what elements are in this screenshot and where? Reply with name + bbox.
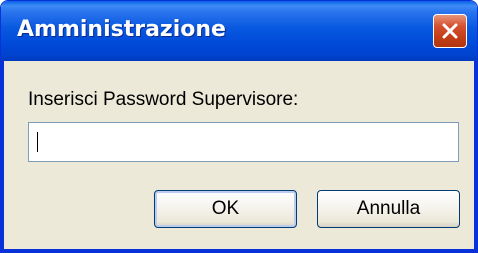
text-caret	[37, 132, 38, 152]
window-title: Amministrazione	[17, 17, 226, 42]
password-prompt-label: Inserisci Password Supervisore:	[28, 89, 299, 110]
dialog-body: Inserisci Password Supervisore: OK Annul…	[1, 61, 477, 252]
password-input[interactable]	[28, 122, 459, 162]
ok-button[interactable]: OK	[154, 190, 297, 228]
cancel-button[interactable]: Annulla	[317, 190, 460, 228]
dialog-window: Amministrazione Inserisci Password Super…	[0, 0, 478, 253]
close-button[interactable]	[433, 14, 467, 48]
close-icon	[442, 23, 458, 39]
title-bar[interactable]: Amministrazione	[1, 1, 477, 61]
